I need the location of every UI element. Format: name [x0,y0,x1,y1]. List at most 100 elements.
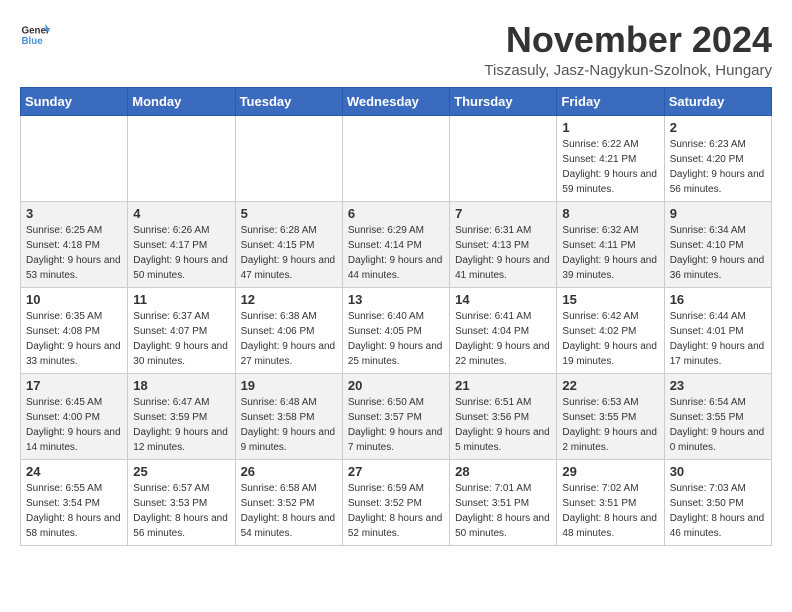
day-number: 4 [133,206,229,221]
day-number: 14 [455,292,551,307]
col-header-monday: Monday [128,87,235,115]
day-detail: Sunrise: 7:01 AM Sunset: 3:51 PM Dayligh… [455,481,551,541]
day-number: 12 [241,292,337,307]
day-detail: Sunrise: 7:02 AM Sunset: 3:51 PM Dayligh… [562,481,658,541]
week-row-3: 10Sunrise: 6:35 AM Sunset: 4:08 PM Dayli… [21,287,772,373]
day-detail: Sunrise: 6:54 AM Sunset: 3:55 PM Dayligh… [670,395,766,455]
day-number: 3 [26,206,122,221]
day-cell: 5 Sunrise: 6:28 AM Sunset: 4:15 PM Daylig… [235,201,342,287]
day-cell: 26 Sunrise: 6:58 AM Sunset: 3:52 PM Dayli… [235,459,342,545]
day-detail: Sunrise: 6:31 AM Sunset: 4:13 PM Dayligh… [455,223,551,283]
day-number: 17 [26,378,122,393]
day-number: 25 [133,464,229,479]
day-cell: 17Sunrise: 6:45 AM Sunset: 4:00 PM Dayli… [21,373,128,459]
day-cell: 16 Sunrise: 6:44 AM Sunset: 4:01 PM Dayli… [664,287,771,373]
month-title: November 2024 [484,20,772,60]
day-number: 29 [562,464,658,479]
day-detail: Sunrise: 6:35 AM Sunset: 4:08 PM Dayligh… [26,309,122,369]
day-number: 8 [562,206,658,221]
day-cell: 21 Sunrise: 6:51 AM Sunset: 3:56 PM Dayli… [450,373,557,459]
day-detail: Sunrise: 6:58 AM Sunset: 3:52 PM Dayligh… [241,481,337,541]
week-row-5: 24Sunrise: 6:55 AM Sunset: 3:54 PM Dayli… [21,459,772,545]
day-number: 23 [670,378,766,393]
day-cell: 30Sunrise: 7:03 AM Sunset: 3:50 PM Dayli… [664,459,771,545]
calendar-table: SundayMondayTuesdayWednesdayThursdayFrid… [20,87,772,546]
day-detail: Sunrise: 6:44 AM Sunset: 4:01 PM Dayligh… [670,309,766,369]
day-cell: 8 Sunrise: 6:32 AM Sunset: 4:11 PM Daylig… [557,201,664,287]
day-detail: Sunrise: 6:42 AM Sunset: 4:02 PM Dayligh… [562,309,658,369]
day-number: 5 [241,206,337,221]
header-row: SundayMondayTuesdayWednesdayThursdayFrid… [21,87,772,115]
day-cell [128,115,235,201]
day-number: 28 [455,464,551,479]
day-number: 21 [455,378,551,393]
day-cell: 2 Sunrise: 6:23 AM Sunset: 4:20 PM Daylig… [664,115,771,201]
day-number: 18 [133,378,229,393]
day-detail: Sunrise: 6:32 AM Sunset: 4:11 PM Dayligh… [562,223,658,283]
day-detail: Sunrise: 7:03 AM Sunset: 3:50 PM Dayligh… [670,481,766,541]
day-cell [342,115,449,201]
day-cell: 20 Sunrise: 6:50 AM Sunset: 3:57 PM Dayli… [342,373,449,459]
day-cell [235,115,342,201]
day-cell: 15 Sunrise: 6:42 AM Sunset: 4:02 PM Dayli… [557,287,664,373]
header: General Blue November 2024 Tiszasuly, Ja… [20,20,772,79]
day-detail: Sunrise: 6:34 AM Sunset: 4:10 PM Dayligh… [670,223,766,283]
day-cell [450,115,557,201]
col-header-sunday: Sunday [21,87,128,115]
col-header-tuesday: Tuesday [235,87,342,115]
col-header-wednesday: Wednesday [342,87,449,115]
day-cell: 13 Sunrise: 6:40 AM Sunset: 4:05 PM Dayli… [342,287,449,373]
day-detail: Sunrise: 6:25 AM Sunset: 4:18 PM Dayligh… [26,223,122,283]
day-detail: Sunrise: 6:38 AM Sunset: 4:06 PM Dayligh… [241,309,337,369]
logo: General Blue [20,20,50,50]
day-cell: 25 Sunrise: 6:57 AM Sunset: 3:53 PM Dayli… [128,459,235,545]
day-number: 26 [241,464,337,479]
day-cell: 19 Sunrise: 6:48 AM Sunset: 3:58 PM Dayli… [235,373,342,459]
day-detail: Sunrise: 6:29 AM Sunset: 4:14 PM Dayligh… [348,223,444,283]
logo-icon: General Blue [20,20,50,50]
day-detail: Sunrise: 6:23 AM Sunset: 4:20 PM Dayligh… [670,137,766,197]
day-cell [21,115,128,201]
day-detail: Sunrise: 6:40 AM Sunset: 4:05 PM Dayligh… [348,309,444,369]
day-number: 27 [348,464,444,479]
day-number: 16 [670,292,766,307]
col-header-thursday: Thursday [450,87,557,115]
day-detail: Sunrise: 6:48 AM Sunset: 3:58 PM Dayligh… [241,395,337,455]
week-row-1: 1Sunrise: 6:22 AM Sunset: 4:21 PM Daylig… [21,115,772,201]
day-detail: Sunrise: 6:50 AM Sunset: 3:57 PM Dayligh… [348,395,444,455]
day-detail: Sunrise: 6:55 AM Sunset: 3:54 PM Dayligh… [26,481,122,541]
day-cell: 4 Sunrise: 6:26 AM Sunset: 4:17 PM Daylig… [128,201,235,287]
day-cell: 7Sunrise: 6:31 AM Sunset: 4:13 PM Daylig… [450,201,557,287]
day-detail: Sunrise: 6:57 AM Sunset: 3:53 PM Dayligh… [133,481,229,541]
day-detail: Sunrise: 6:47 AM Sunset: 3:59 PM Dayligh… [133,395,229,455]
day-cell: 9 Sunrise: 6:34 AM Sunset: 4:10 PM Daylig… [664,201,771,287]
day-cell: 22Sunrise: 6:53 AM Sunset: 3:55 PM Dayli… [557,373,664,459]
location-subtitle: Tiszasuly, Jasz-Nagykun-Szolnok, Hungary [484,62,772,79]
day-cell: 23 Sunrise: 6:54 AM Sunset: 3:55 PM Dayli… [664,373,771,459]
day-number: 19 [241,378,337,393]
day-number: 6 [348,206,444,221]
day-number: 20 [348,378,444,393]
day-cell: 28 Sunrise: 7:01 AM Sunset: 3:51 PM Dayli… [450,459,557,545]
day-detail: Sunrise: 6:51 AM Sunset: 3:56 PM Dayligh… [455,395,551,455]
day-number: 9 [670,206,766,221]
day-cell: 1Sunrise: 6:22 AM Sunset: 4:21 PM Daylig… [557,115,664,201]
day-number: 11 [133,292,229,307]
day-cell: 27 Sunrise: 6:59 AM Sunset: 3:52 PM Dayli… [342,459,449,545]
day-detail: Sunrise: 6:41 AM Sunset: 4:04 PM Dayligh… [455,309,551,369]
day-detail: Sunrise: 6:59 AM Sunset: 3:52 PM Dayligh… [348,481,444,541]
day-detail: Sunrise: 6:22 AM Sunset: 4:21 PM Dayligh… [562,137,658,197]
day-number: 22 [562,378,658,393]
svg-text:Blue: Blue [22,36,44,47]
day-cell: 18 Sunrise: 6:47 AM Sunset: 3:59 PM Dayli… [128,373,235,459]
day-detail: Sunrise: 6:28 AM Sunset: 4:15 PM Dayligh… [241,223,337,283]
day-cell: 24Sunrise: 6:55 AM Sunset: 3:54 PM Dayli… [21,459,128,545]
day-number: 2 [670,120,766,135]
title-block: November 2024 Tiszasuly, Jasz-Nagykun-Sz… [484,20,772,79]
day-number: 15 [562,292,658,307]
day-detail: Sunrise: 6:37 AM Sunset: 4:07 PM Dayligh… [133,309,229,369]
week-row-2: 3 Sunrise: 6:25 AM Sunset: 4:18 PM Daylig… [21,201,772,287]
day-detail: Sunrise: 6:26 AM Sunset: 4:17 PM Dayligh… [133,223,229,283]
week-row-4: 17Sunrise: 6:45 AM Sunset: 4:00 PM Dayli… [21,373,772,459]
day-number: 13 [348,292,444,307]
